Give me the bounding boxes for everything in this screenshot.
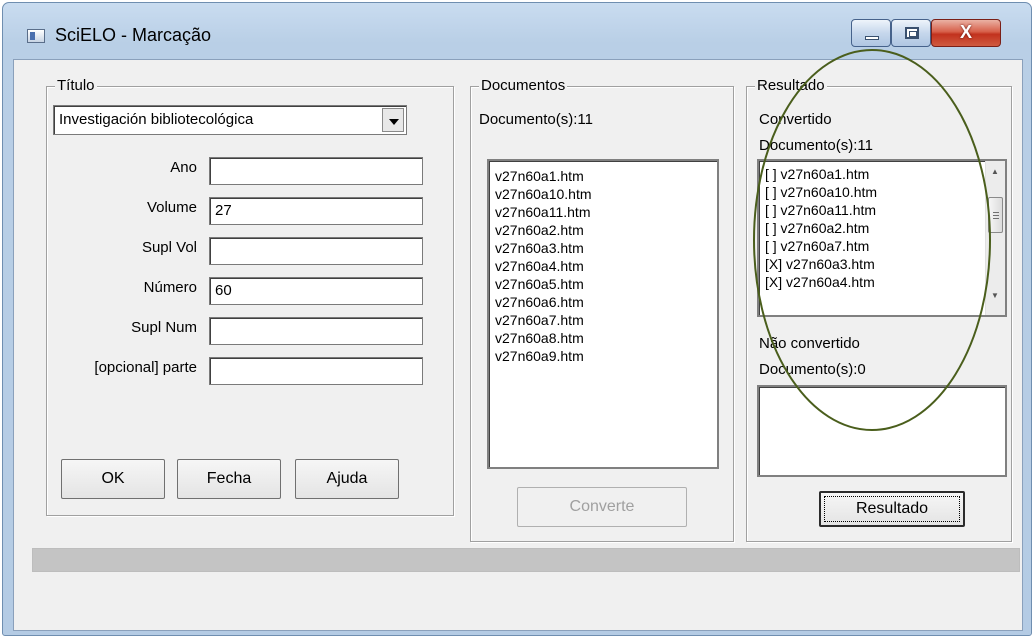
- nao-convertido-count: Documento(s):0: [759, 361, 866, 378]
- document-list-item[interactable]: v27n60a1.htm: [489, 167, 717, 185]
- convertido-list-item[interactable]: [X] v27n60a3.htm: [759, 255, 1005, 273]
- scrollbar-thumb[interactable]: [988, 197, 1003, 233]
- convertido-list[interactable]: [ ] v27n60a1.htm [ ] v27n60a10.htm [ ] v…: [757, 159, 1007, 317]
- close-button[interactable]: X: [931, 19, 1001, 47]
- resultado-legend: Resultado: [755, 77, 827, 95]
- document-list-item[interactable]: v27n60a3.htm: [489, 239, 717, 257]
- close-icon: X: [959, 22, 972, 42]
- dialog-client-area: Título Investigación bibliotecológica An…: [13, 59, 1023, 631]
- volume-field[interactable]: 27: [209, 197, 423, 225]
- maximize-icon: [905, 27, 919, 39]
- resultado-group: Resultado Convertido Documento(s):11 [ ]…: [746, 77, 1012, 542]
- scroll-up-arrow-icon[interactable]: ▲: [990, 167, 1000, 177]
- documentos-count: Documento(s):11: [479, 111, 593, 128]
- convertido-list-item[interactable]: [ ] v27n60a7.htm: [759, 237, 1005, 255]
- supl-num-label: Supl Num: [131, 319, 197, 336]
- ok-button[interactable]: OK: [61, 459, 165, 499]
- parte-field[interactable]: [209, 357, 423, 385]
- journal-select-value: Investigación bibliotecológica: [59, 111, 254, 128]
- numero-field[interactable]: 60: [209, 277, 423, 305]
- fecha-button[interactable]: Fecha: [177, 459, 281, 499]
- titulo-group: Título Investigación bibliotecológica An…: [46, 77, 454, 516]
- convertido-list-item[interactable]: [ ] v27n60a10.htm: [759, 183, 1005, 201]
- nao-convertido-label: Não convertido: [759, 335, 860, 352]
- documentos-legend: Documentos: [479, 77, 568, 95]
- resultado-button[interactable]: Resultado: [819, 491, 965, 527]
- document-list-item[interactable]: v27n60a7.htm: [489, 311, 717, 329]
- chevron-down-icon[interactable]: [382, 108, 404, 132]
- minimize-icon: [865, 36, 879, 40]
- nao-convertido-list[interactable]: [757, 385, 1007, 477]
- convertido-label: Convertido: [759, 111, 832, 128]
- supl-vol-field[interactable]: [209, 237, 423, 265]
- document-list-item[interactable]: v27n60a11.htm: [489, 203, 717, 221]
- convertido-scrollbar[interactable]: ▲ ▼: [985, 161, 1005, 315]
- document-list-item[interactable]: v27n60a5.htm: [489, 275, 717, 293]
- ano-label: Ano: [170, 159, 197, 176]
- numero-label: Número: [143, 279, 197, 296]
- convertido-list-item[interactable]: [ ] v27n60a11.htm: [759, 201, 1005, 219]
- ajuda-button[interactable]: Ajuda: [295, 459, 399, 499]
- scroll-down-arrow-icon[interactable]: ▼: [990, 291, 1000, 301]
- scrollbar-grip: [993, 215, 999, 216]
- app-window: SciELO - Marcação X Título Investigación…: [2, 2, 1032, 636]
- document-list-item[interactable]: v27n60a10.htm: [489, 185, 717, 203]
- scrollbar-grip: [993, 218, 999, 219]
- convertido-list-item[interactable]: [ ] v27n60a1.htm: [759, 165, 1005, 183]
- titulo-legend: Título: [55, 77, 97, 95]
- documentos-list[interactable]: v27n60a1.htm v27n60a10.htm v27n60a11.htm…: [487, 159, 719, 469]
- convertido-list-item[interactable]: [X] v27n60a4.htm: [759, 273, 1005, 291]
- journal-select[interactable]: Investigación bibliotecológica: [53, 105, 407, 135]
- maximize-button[interactable]: [891, 19, 931, 47]
- minimize-button[interactable]: [851, 19, 891, 47]
- window-title: SciELO - Marcação: [55, 25, 212, 45]
- title-bar[interactable]: SciELO - Marcação X: [3, 3, 1031, 59]
- app-window-icon: [27, 29, 45, 43]
- ano-field[interactable]: [209, 157, 423, 185]
- documentos-group: Documentos Documento(s):11 v27n60a1.htm …: [470, 77, 734, 542]
- document-list-item[interactable]: v27n60a6.htm: [489, 293, 717, 311]
- convertido-list-item[interactable]: [ ] v27n60a2.htm: [759, 219, 1005, 237]
- document-list-item[interactable]: v27n60a8.htm: [489, 329, 717, 347]
- scrollbar-grip: [993, 212, 999, 213]
- converte-button[interactable]: Converte: [517, 487, 687, 527]
- supl-vol-label: Supl Vol: [141, 239, 197, 256]
- convertido-count: Documento(s):11: [759, 137, 873, 154]
- document-list-item[interactable]: v27n60a9.htm: [489, 347, 717, 365]
- document-list-item[interactable]: v27n60a4.htm: [489, 257, 717, 275]
- parte-label: [opcional] parte: [94, 359, 197, 376]
- progress-bar: [32, 548, 1020, 572]
- supl-num-field[interactable]: [209, 317, 423, 345]
- document-list-item[interactable]: v27n60a2.htm: [489, 221, 717, 239]
- volume-label: Volume: [146, 199, 197, 216]
